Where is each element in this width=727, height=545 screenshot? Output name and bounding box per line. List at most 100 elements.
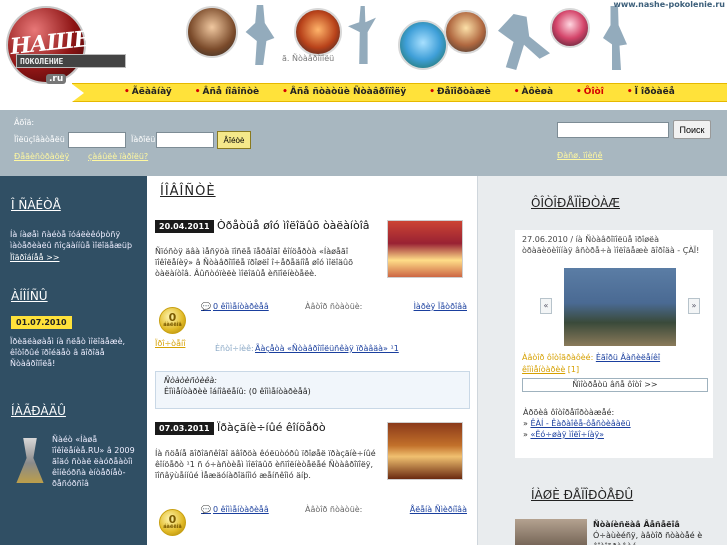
- comments-link[interactable]: 💬 0 êîììåíòàðèåâ: [201, 505, 269, 514]
- about-text: Íà íàøåì ñàéòå ïóáëèêóþòñÿ ìàòåðèàëû ñîç…: [10, 230, 133, 250]
- news-date: 07.03.2011: [155, 422, 214, 435]
- reporter-name[interactable]: Ñòàíèñëàâ Âåñåëîâ: [593, 519, 713, 530]
- bullet-icon: •: [626, 87, 633, 97]
- bullet-icon: •: [194, 87, 201, 97]
- about-heading: Î ÑÀÉÒÅ: [11, 198, 61, 212]
- logo-subtitle: ПОКОЛЕНИЕ: [16, 54, 126, 68]
- logo-badge: .ru: [46, 74, 67, 84]
- username-label: Ïîëüçîâàòåëü: [14, 135, 65, 144]
- archive-item: » ÊÀÍ - Êàðàîêå-ôåñòèâàëü: [523, 419, 631, 428]
- news-item: 07.03.2011 Ïðàçäíè÷íûé êîíöåðò Íà ñöåíå …: [155, 421, 471, 545]
- photo-author-row: Àâòîð ôîòîãðàôèé: Èãîðü Âàñèëåíêî: [522, 352, 660, 363]
- photo-report-heading: ÔÎÒÎÐÅÏÎÐÒÀÆ: [531, 196, 620, 210]
- awards-text: Ñàéò «Íàøå ïîêîëåíèå.RU» â 2009 ãîäó ñòà…: [52, 435, 135, 488]
- chevron-left-icon[interactable]: «: [540, 298, 552, 314]
- news-thumbnail[interactable]: [387, 422, 463, 480]
- nav-item-all-news[interactable]: • Âñå íîâîñòè: [195, 87, 259, 97]
- rating-medal-icon: 0 áàëëîâ: [159, 509, 186, 536]
- nav-arrow: [72, 84, 84, 102]
- nav-item-all-articles[interactable]: • Âñå ñòàòüè Ñòàâðîïîëÿ: [282, 87, 406, 97]
- right-sidebar: ÔÎÒÎÐÅÏÎÐÒÀÆ 27.06.2010 / íà Ñòàâðîïîëüå…: [478, 176, 727, 545]
- header-figure-dancer-2: [348, 6, 376, 64]
- bullet-icon: •: [282, 87, 288, 97]
- nav-item-label: Ðåïîðòàæè: [436, 87, 491, 97]
- reporter-text: Ó÷àùèéñÿ, àâòîð ñòàòåé è ôîòîãðàôèé: [593, 531, 703, 545]
- password-input[interactable]: [156, 132, 214, 148]
- announce-date: 01.07.2010: [11, 316, 72, 329]
- bullet-icon: •: [576, 87, 582, 97]
- nav-item-label: Ôîòî: [583, 87, 604, 97]
- search-button[interactable]: Поиск: [673, 120, 711, 139]
- rating-unit: áàëëîâ: [163, 322, 182, 328]
- photo-author-link[interactable]: Èãîðü Âàñèëåíêî: [596, 353, 660, 362]
- news-thumbnail[interactable]: [387, 220, 463, 278]
- photo-report-meta: 27.06.2010 / íà Ñòàâðîïîëüå ïðîøëà òðàäè…: [522, 235, 700, 255]
- photo-report-image[interactable]: [564, 268, 676, 346]
- site-url: www.nashe-pokolenie.ru: [613, 0, 725, 9]
- author-label: Àâòîð ñòàòüè:: [305, 505, 363, 514]
- archive-item: » «Ëó÷øàÿ ìîëî÷íàÿ»: [523, 430, 604, 439]
- awards-block: Ñàéò «Íàøå ïîêîëåíèå.RU» â 2009 ãîäó ñòà…: [0, 434, 147, 524]
- news-body: Ñïóñòÿ äâà ìåñÿöà ïîñëå ïåðâîãî êîíöåðòà…: [155, 247, 353, 278]
- announce-text: Ïðèãëàøàåì íà ñëåò ìîëîäåæè, êîòîðûé ïðî…: [10, 337, 126, 368]
- header-city-caption: ã. Ñòàâðîïîëü: [282, 54, 335, 63]
- rating-medal-icon: 0 áàëëîâ: [159, 307, 186, 334]
- archive-title: Àðõèâ ôîòîðåïîðòàæåé:: [523, 408, 615, 417]
- site-logo[interactable]: НАШЕ ПОКОЛЕНИЕ .ru: [6, 6, 126, 84]
- nav-item-label: Ãëàâíàÿ: [131, 87, 172, 97]
- news-heading: ÍÎÂÎÑÒÈ: [160, 184, 216, 199]
- search-input[interactable]: [557, 122, 669, 138]
- author-link[interactable]: Åëåíà Ñìèðíîâà: [379, 505, 467, 515]
- bullet-icon: •: [513, 87, 520, 97]
- comment-bubble-icon: 💬: [201, 505, 211, 514]
- header-figure-dancer-1: [245, 5, 275, 65]
- nav-item-events[interactable]: • Àôèøà: [514, 87, 553, 97]
- read-count-link[interactable]: Ïðî÷òåíî: [155, 339, 185, 348]
- source-label: Èñòî÷íèê:: [215, 344, 254, 353]
- about-more-link[interactable]: Ïîäðîáíåå >>: [10, 253, 59, 262]
- source-link[interactable]: Ãàçåòà «Ñòàâðîïîëüñêàÿ ïðàâäà» ¹1: [255, 344, 399, 353]
- nav-item-label: Âñå ñòàòüè Ñòàâðîïîëÿ: [289, 87, 407, 97]
- stats-text: Êîììåíòàðèè îáíîâëåíû: (0 êîììåíòàðèåâ): [164, 387, 311, 396]
- stats-box: Ñòàòèñòèêà: Êîììåíòàðèè îáíîâëåíû: (0 êî…: [155, 371, 470, 409]
- photo-comments-link[interactable]: êîììåíòàðèè: [522, 365, 565, 374]
- reporter-photo[interactable]: [515, 519, 587, 545]
- advanced-search-link[interactable]: Ðàñø. ïîèñê: [557, 151, 603, 160]
- nav-item-about[interactable]: • Ï îðòàëå: [627, 87, 675, 97]
- author-link[interactable]: Ìàðèÿ Ïåòðîâà: [379, 302, 467, 312]
- all-photos-button[interactable]: Ñìîòðåòü âñå ôîòî >>: [522, 378, 708, 392]
- reporters-heading: ÍÀØÈ ÐÅÏÎÐÒÅÐÛ: [531, 488, 634, 502]
- photo-archive-links: Àðõèâ ôîòîðåïîðòàæåé: » ÊÀÍ - Êàðàîêå-ôå…: [523, 407, 713, 440]
- nav-item-label: Àôèøà: [521, 87, 554, 97]
- reporter-info: Ñòàíèñëàâ Âåñåëîâ Ó÷àùèéñÿ, àâòîð ñòàòåé…: [593, 519, 713, 545]
- login-button[interactable]: Âîéòè: [217, 131, 251, 149]
- news-title[interactable]: Òðåòüå øîó ìîëîäûõ òàëàíòîâ: [217, 219, 370, 232]
- comments-label: 0 êîììåíòàðèåâ: [212, 302, 269, 311]
- photo-comments-row: êîììåíòàðèè [1]: [522, 364, 579, 375]
- comments-link[interactable]: 💬 0 êîììåíòàðèåâ: [201, 302, 269, 311]
- photo-comments-count: [1]: [567, 365, 580, 374]
- archive-link[interactable]: ÊÀÍ - Êàðàîêå-ôåñòèâàëü: [530, 419, 630, 428]
- login-title: Âõîä:: [14, 118, 35, 127]
- register-link[interactable]: Ðåãèñòðàöèÿ: [14, 152, 69, 161]
- archive-link[interactable]: «Ëó÷øàÿ ìîëî÷íàÿ»: [530, 430, 604, 439]
- news-title[interactable]: Ïðàçäíè÷íûé êîíöåðò: [217, 421, 326, 434]
- nav-item-home[interactable]: • Ãëàâíàÿ: [124, 87, 172, 97]
- header-photo-5: [550, 8, 590, 48]
- news-column: ÍÎÂÎÑÒÈ 20.04.2011 Òðåòüå øîó ìîëîäûõ òà…: [147, 176, 478, 545]
- comment-bubble-icon: 💬: [201, 302, 211, 311]
- news-date: 20.04.2011: [155, 220, 214, 233]
- chevron-right-icon[interactable]: »: [688, 298, 700, 314]
- main-nav: • Ãëàâíàÿ • Âñå íîâîñòè • Âñå ñòàòüè Ñòàâðî…: [72, 83, 727, 102]
- news-item: 20.04.2011 Òðåòüå øîó ìîëîäûõ òàëàíòîâ Ñ…: [155, 219, 471, 368]
- nav-item-reports[interactable]: • Ðåïîðòàæè: [429, 87, 491, 97]
- username-input[interactable]: [68, 132, 126, 148]
- announce-heading: ÀÍÎÍÑÛ: [11, 289, 48, 303]
- header-photo-3: [398, 20, 448, 70]
- award-trophy-icon: [16, 438, 44, 483]
- nav-item-photo[interactable]: • Ôîòî: [576, 87, 604, 97]
- password-label: Ïàðîëü: [131, 135, 156, 144]
- comments-label: 0 êîììåíòàðèåâ: [212, 505, 269, 514]
- header-figure-breakdancer: [498, 14, 550, 70]
- forgot-password-link[interactable]: çàáûëè ïàðîëü?: [88, 152, 148, 161]
